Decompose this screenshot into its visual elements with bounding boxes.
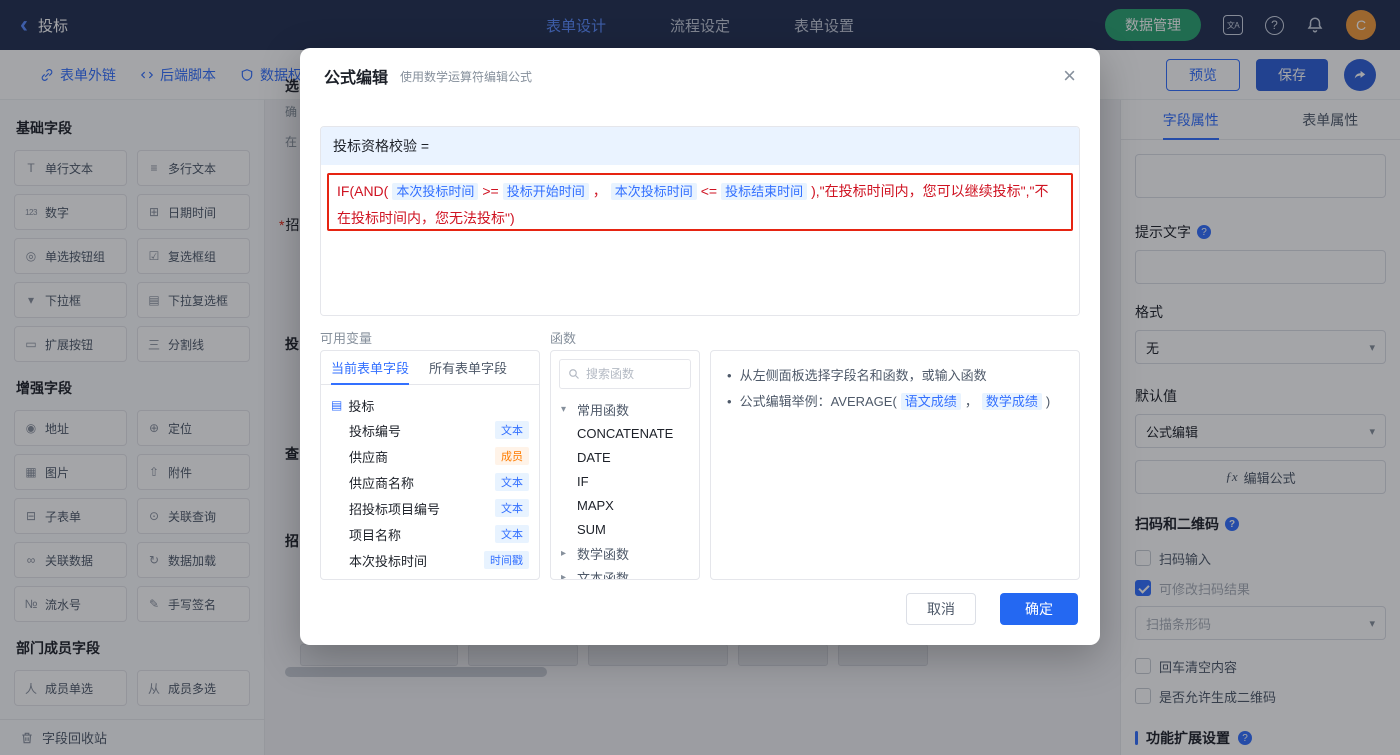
field-name: 项目名称	[349, 527, 402, 543]
formula-editor: 投标资格校验 = IF(AND(本次投标时间 >= 投标开始时间，本次投标时间 <= 投…	[320, 126, 1080, 316]
chevron-down-icon: ▾	[561, 403, 567, 415]
tip-item: • 公式编辑举例：AVERAGE(语文成绩，数学成绩)	[727, 389, 1063, 415]
function-group-common[interactable]: ▾ 常用函数	[561, 397, 689, 421]
function-item-date[interactable]: DATE	[561, 445, 689, 469]
field-chip[interactable]: 投标开始时间	[502, 183, 589, 200]
tips-panel: • 从左侧面板选择字段名和函数，或输入函数 • 公式编辑举例：AVERAGE(语文成…	[710, 350, 1080, 580]
tip-item: • 从左侧面板选择字段名和函数，或输入函数	[727, 363, 1063, 389]
function-group-label: 数学函数	[577, 546, 630, 562]
functions-label: 函数	[550, 331, 577, 346]
formula-modal: 公式编辑 使用数学运算符编辑公式 × 投标资格校验 = IF(AND(本次投标时…	[300, 48, 1100, 645]
form-node[interactable]: ▤ 投标	[331, 393, 529, 417]
functions-panel: ▾ 常用函数 CONCATENATE DATE IF MAPX SUM ▸ 数学函数…	[550, 350, 700, 580]
example-field-chip: 数学成绩	[981, 393, 1042, 410]
function-item-if[interactable]: IF	[561, 469, 689, 493]
field-row[interactable]: 本次投标时间 时间戳	[331, 547, 529, 573]
field-row[interactable]: 招投标项目编号 文本	[331, 495, 529, 521]
form-node-label: 投标	[348, 398, 375, 414]
function-search[interactable]	[559, 359, 691, 389]
formula-expression[interactable]: IF(AND(本次投标时间 >= 投标开始时间，本次投标时间 <= 投标结束时间),"在…	[321, 165, 1079, 231]
variables-label: 可用变量	[320, 331, 373, 346]
field-name: 供应商名称	[349, 475, 415, 491]
chevron-right-icon: ▸	[561, 571, 567, 580]
field-type-tag: 文本	[495, 421, 529, 439]
functions-tree: ▾ 常用函数 CONCATENATE DATE IF MAPX SUM ▸ 数学函数…	[551, 397, 699, 580]
field-type-tag: 时间戳	[484, 551, 529, 569]
tab-all-form-fields[interactable]: 所有表单字段	[419, 351, 517, 384]
field-name: 投标编号	[349, 423, 402, 439]
field-type-tag: 文本	[495, 525, 529, 543]
field-type-tag: 成员	[495, 447, 529, 465]
field-name: 本次投标时间	[349, 553, 428, 569]
formula-editor-body[interactable]: IF(AND(本次投标时间 >= 投标开始时间，本次投标时间 <= 投标结束时间),"在…	[321, 165, 1079, 315]
close-icon[interactable]: ×	[1063, 65, 1076, 87]
modal-subtitle: 使用数学运算符编辑公式	[400, 69, 533, 84]
app: ‹ 投标 表单设计 流程设定 表单设置 数据管理 文A ? C 表单外链 后端脚…	[0, 0, 1400, 755]
function-group-math[interactable]: ▸ 数学函数	[561, 541, 689, 565]
field-name: 供应商	[349, 449, 389, 465]
field-type-tag: 文本	[495, 473, 529, 491]
variables-tabs: 当前表单字段 所有表单字段	[321, 351, 539, 385]
function-group-text[interactable]: ▸ 文本函数	[561, 565, 689, 580]
cancel-button[interactable]: 取消	[906, 593, 976, 625]
variables-panel: 当前表单字段 所有表单字段 ▤ 投标 投标编号 文本 供应商 成员 供应商名称 文本 …	[320, 350, 540, 580]
example-field-chip: 语文成绩	[900, 393, 961, 410]
tab-current-form-fields[interactable]: 当前表单字段	[321, 351, 419, 385]
field-row[interactable]: 供应商 成员	[331, 443, 529, 469]
field-chip[interactable]: 本次投标时间	[392, 183, 479, 200]
field-name: 招投标项目编号	[349, 501, 441, 517]
tip-text: 从左侧面板选择字段名和函数，或输入函数	[739, 368, 987, 383]
function-search-input[interactable]	[586, 367, 682, 381]
variables-tree: ▤ 投标 投标编号 文本 供应商 成员 供应商名称 文本 招投标项目编号 文本 项目名称…	[321, 385, 539, 579]
function-group-label: 文本函数	[577, 570, 630, 580]
formula-name-bar: 投标资格校验 =	[321, 127, 1079, 165]
chevron-right-icon: ▸	[561, 547, 567, 559]
function-item-mapx[interactable]: MAPX	[561, 493, 689, 517]
tip-text: 公式编辑举例：AVERAGE(语文成绩，数学成绩)	[739, 393, 1051, 410]
modal-header: 公式编辑 使用数学运算符编辑公式 ×	[300, 48, 1100, 104]
function-item-concatenate[interactable]: CONCATENATE	[561, 421, 689, 445]
field-chip[interactable]: 本次投标时间	[610, 183, 697, 200]
function-group-label: 常用函数	[577, 402, 630, 418]
document-icon: ▤	[331, 398, 343, 412]
field-row[interactable]: 投标编号 文本	[331, 417, 529, 443]
formula-token: IF(AND(	[337, 183, 389, 199]
formula-token: <=	[700, 183, 718, 199]
search-icon	[568, 368, 580, 380]
formula-token: >=	[482, 183, 499, 199]
confirm-button[interactable]: 确定	[1000, 593, 1078, 625]
function-item-sum[interactable]: SUM	[561, 517, 689, 541]
field-row[interactable]: 供应商名称 文本	[331, 469, 529, 495]
bullet: •	[727, 368, 732, 383]
field-type-tag: 文本	[495, 499, 529, 517]
formula-token: ，	[592, 183, 607, 199]
field-row[interactable]: 项目名称 文本	[331, 521, 529, 547]
modal-title: 公式编辑	[324, 70, 389, 87]
bullet: •	[727, 394, 732, 409]
modal-footer: 取消 确定	[906, 593, 1078, 625]
field-chip[interactable]: 投标结束时间	[721, 183, 808, 200]
